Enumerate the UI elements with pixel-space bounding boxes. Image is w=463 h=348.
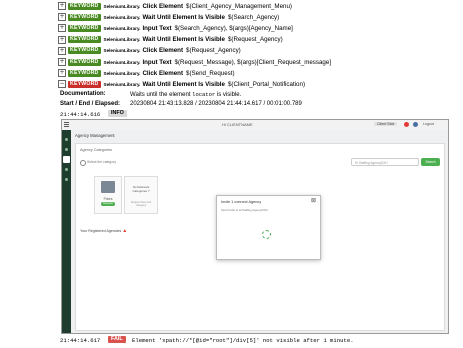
keyword-row[interactable]: + KEYWORD SeleniumLibrary. Input Text $(Sear… [58, 23, 293, 33]
close-icon[interactable]: ⊠ [311, 198, 316, 204]
sidebar-jobs-icon[interactable] [65, 148, 68, 151]
request-button[interactable]: Request [101, 202, 115, 206]
modal-title: Invite 1 connect Agency [221, 200, 262, 204]
expand-icon[interactable]: + [58, 2, 66, 10]
keyword-name: Input Text [142, 58, 172, 66]
sidebar-settings-icon[interactable] [65, 178, 68, 181]
keyword-name: Click Element [142, 69, 184, 77]
fail-timestamp: 21:44:14.617 [60, 337, 101, 344]
registered-agencies-title: Your Registered Agencies ▲ [80, 228, 127, 234]
filter-label: Select the category [87, 160, 117, 164]
notification-icon[interactable] [404, 122, 409, 127]
category-card[interactable]: Prices Request [94, 176, 122, 214]
collapse-icon[interactable]: − [58, 80, 66, 89]
client-side-pill[interactable]: Client Side [374, 122, 398, 126]
sidebar-agency-icon[interactable] [65, 168, 68, 171]
keyword-args: $(Request_Message), $(args)[Client_Reque… [174, 58, 332, 66]
greeting: Hi CLIENTNAME [222, 122, 253, 127]
keyword-badge: KEYWORD [68, 80, 101, 88]
logout-link[interactable]: Logout [423, 122, 434, 126]
app-sidebar [62, 130, 71, 333]
app-content: Agency Management Agency Categories Sele… [71, 130, 448, 333]
keyword-name: Wait Until Element Is Visible [142, 13, 225, 21]
keyword-badge: KEYWORD [68, 69, 101, 77]
failure-screenshot[interactable]: Hi CLIENTNAME Client Side Logout Agency … [61, 119, 449, 334]
keyword-badge: KEYWORD [68, 2, 101, 10]
keyword-args: $(Request_Agency) [186, 47, 241, 55]
expand-icon[interactable]: + [58, 58, 66, 66]
expand-icon[interactable]: + [58, 46, 66, 55]
expand-icon[interactable]: + [58, 69, 66, 78]
modal-subtitle: Send Invite to Hi Staffing AgencyDXH [221, 208, 268, 212]
keyword-badge: KEYWORD [68, 24, 101, 32]
keyword-row[interactable]: + KEYWORD SeleniumLibrary. Wait Until Eleme… [58, 12, 279, 22]
expand-icon[interactable]: + [58, 13, 66, 22]
keyword-library: SeleniumLibrary. [103, 59, 141, 65]
keyword-badge: KEYWORD [68, 47, 101, 55]
registered-agencies-label: Your Registered Agencies [80, 229, 122, 233]
keyword-row[interactable]: + KEYWORD SeleniumLibrary. Click Element $(S… [58, 68, 235, 78]
doc-code: locator [192, 91, 216, 98]
elapsed-value: 20230804 21:43:13.828 / 20230804 21:44:1… [130, 101, 302, 107]
sidebar-dashboard-icon[interactable] [65, 138, 68, 141]
keyword-row[interactable]: + KEYWORD SeleniumLibrary. Wait Until Eleme… [58, 35, 283, 45]
no-relevant-text: No Relevant Categories ? [132, 185, 150, 193]
fail-badge: FAIL [108, 336, 126, 343]
keyword-row[interactable]: + KEYWORD SeleniumLibrary. Click Element $(R… [58, 46, 241, 56]
doc-text-before: Waits until the element [130, 92, 193, 98]
info-timestamp: 21:44:14.616 [60, 111, 101, 118]
documentation-label: Documentation: [60, 91, 106, 97]
documentation-text: Waits until the element locator is visib… [130, 91, 241, 98]
keyword-args: $(Request_Agency) [227, 36, 283, 44]
sidebar-active-item[interactable] [63, 156, 70, 163]
section-title: Agency Categories [80, 148, 113, 152]
keyword-args: $(Client_Portal_Notification) [227, 80, 306, 88]
info-badge: INFO [108, 110, 127, 117]
keyword-badge: KEYWORD [68, 36, 101, 44]
warning-icon: ▲ [122, 228, 128, 234]
keyword-library: SeleniumLibrary. [103, 37, 141, 43]
keyword-library: SeleniumLibrary. [103, 25, 141, 31]
expand-icon[interactable]: + [58, 35, 66, 44]
keyword-args: $(Search_Agency) [227, 13, 280, 21]
keyword-name: Input Text [142, 24, 172, 32]
no-relevant-subtext: Request New Job Category [130, 201, 152, 207]
keyword-library: SeleniumLibrary. [103, 48, 141, 54]
search-button[interactable]: Search [421, 158, 440, 166]
keyword-name: Click Element [142, 2, 184, 10]
keyword-row[interactable]: + KEYWORD SeleniumLibrary. Click Element $(C… [58, 1, 292, 11]
keyword-name: Wait Until Element Is Visible [142, 36, 225, 44]
fail-message: Element 'xpath://*[@id="root"]/div[5]' n… [132, 337, 354, 344]
no-relevant-card[interactable]: No Relevant Categories ? Request New Job… [124, 176, 158, 214]
category-label: Prices [103, 197, 113, 201]
keyword-name: Click Element [142, 47, 184, 55]
keyword-badge: KEYWORD [68, 58, 101, 66]
page-title: Agency Management [75, 133, 115, 138]
keyword-library: SeleniumLibrary. [103, 3, 141, 9]
expand-icon[interactable]: + [58, 24, 66, 33]
keyword-library: SeleniumLibrary. [103, 70, 141, 76]
keyword-args: $(Client_Agency_Management_Menu) [186, 2, 292, 10]
invite-modal: Invite 1 connect Agency ⊠ Send Invite to… [216, 195, 321, 260]
keyword-library: SeleniumLibrary. [103, 81, 141, 87]
radio-select-category[interactable] [80, 160, 86, 166]
keyword-badge: KEYWORD [68, 13, 101, 21]
keyword-args: $(Search_Agency), $(args)[Agency_Name] [174, 24, 293, 32]
keyword-row[interactable]: − KEYWORD SeleniumLibrary. Wait Until Eleme… [58, 79, 305, 89]
keyword-row[interactable]: + KEYWORD SeleniumLibrary. Input Text $(Requ… [58, 57, 331, 67]
search-input[interactable]: Hi Staffing AgencyDXH [351, 158, 419, 166]
menu-icon[interactable] [64, 122, 69, 123]
keyword-name: Wait Until Element Is Visible [142, 80, 225, 88]
avatar[interactable] [413, 122, 418, 127]
keyword-args: $(Send_Request) [186, 69, 235, 77]
loading-spinner-icon [262, 230, 271, 239]
doc-text-after: is visible. [215, 92, 242, 98]
category-image [101, 181, 115, 193]
elapsed-label: Start / End / Elapsed: [60, 101, 121, 107]
keyword-library: SeleniumLibrary. [103, 14, 141, 20]
